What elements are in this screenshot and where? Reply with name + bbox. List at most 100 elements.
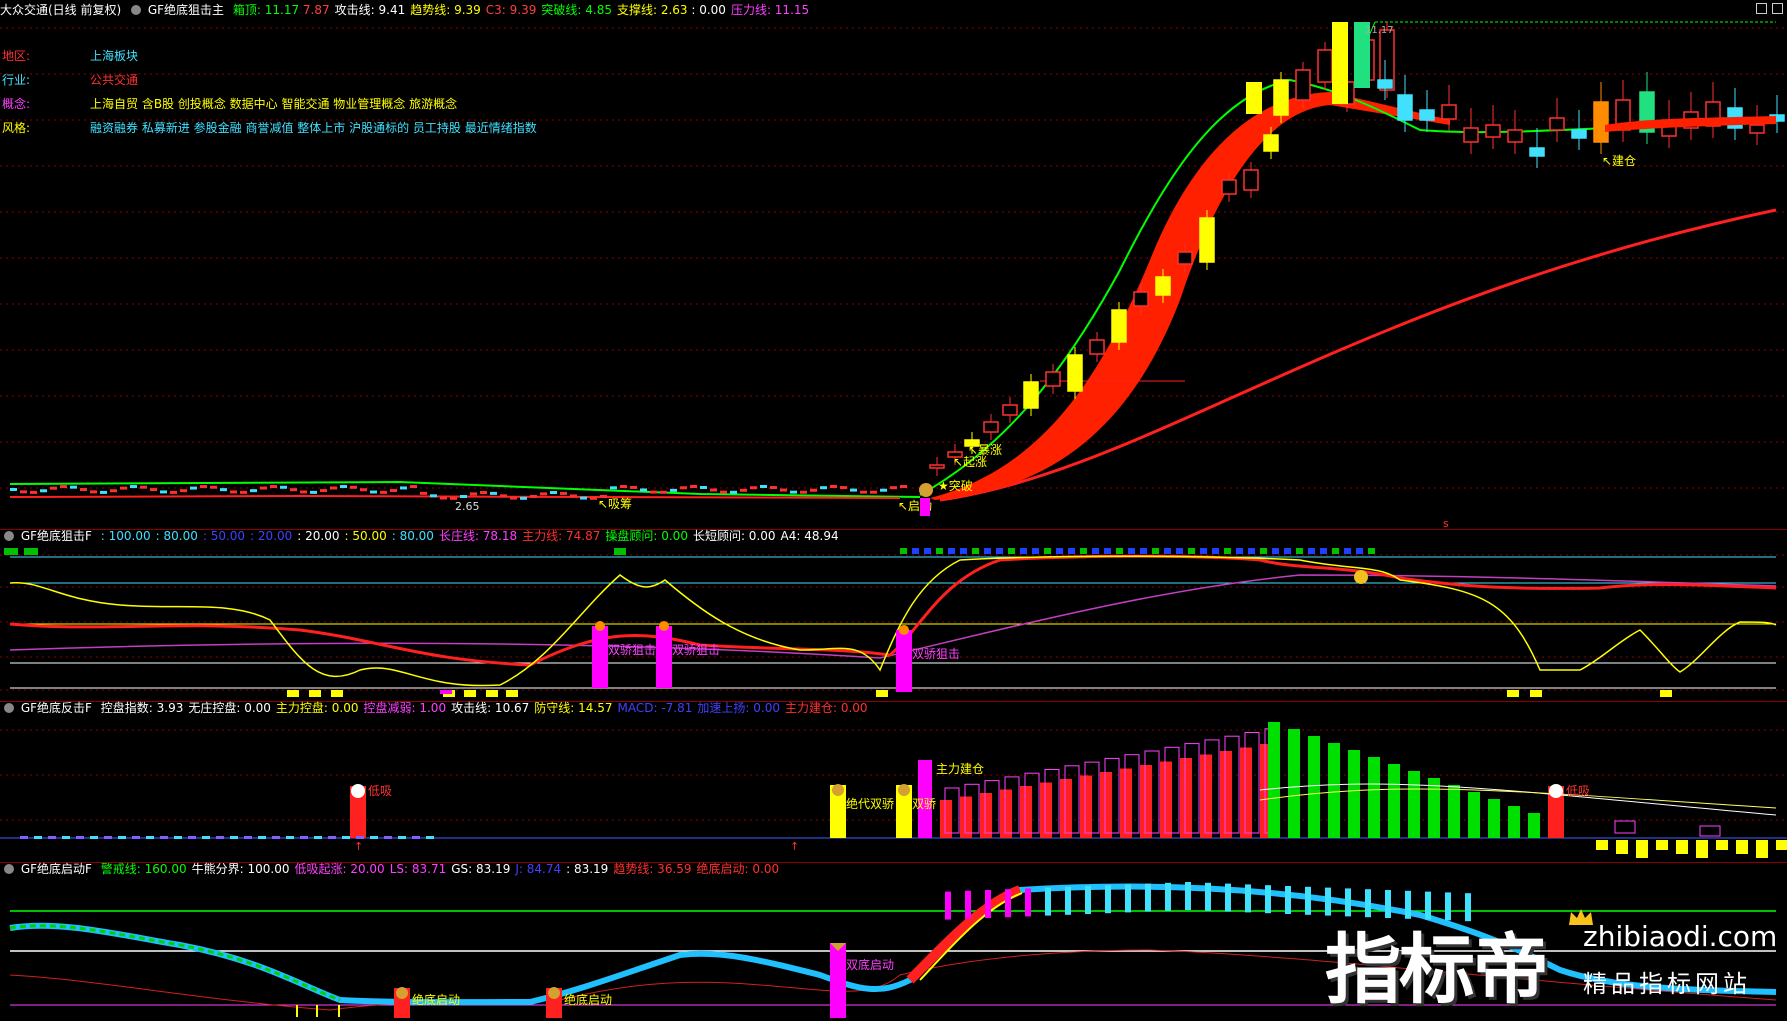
signal-dot [1332, 548, 1339, 554]
signal-dot [1128, 548, 1135, 554]
plus-circle-icon [351, 784, 365, 798]
candle [480, 491, 487, 495]
histogram-bar [1408, 771, 1420, 838]
signal-dot [1176, 548, 1183, 554]
signal-dot [1152, 548, 1159, 554]
signal-tick [1185, 882, 1191, 910]
histogram-bar [1020, 786, 1032, 838]
histogram-bar [1200, 754, 1212, 838]
candle [880, 488, 887, 492]
candle [90, 490, 97, 494]
top-price-label: 11.17 [1365, 25, 1394, 36]
candle [150, 488, 157, 492]
candle [1155, 276, 1171, 296]
signal-bar [920, 498, 930, 516]
histogram-bar [1368, 757, 1380, 838]
histogram-bar [1040, 782, 1052, 838]
candle [1463, 127, 1479, 143]
candle [490, 491, 497, 495]
smile-icon [1354, 570, 1368, 584]
candle [870, 490, 877, 494]
signal-dot [1236, 548, 1243, 554]
candle [1377, 79, 1393, 89]
candle [250, 489, 257, 493]
yellow-mark [287, 690, 299, 697]
histogram-bar [174, 836, 182, 839]
candle [330, 486, 337, 490]
candle [900, 485, 907, 489]
histogram-bar [1080, 775, 1092, 838]
candle [240, 490, 247, 494]
histogram-bar [1428, 778, 1440, 838]
baozhang-label: ↖暴涨 [968, 442, 1002, 457]
signal-label: 双骄狙击 [608, 643, 656, 657]
candle [290, 488, 297, 492]
candle [100, 490, 107, 494]
signal-dot [936, 548, 943, 554]
signal-tick [1285, 886, 1291, 914]
yellow-mark [1507, 690, 1519, 697]
candle [1133, 291, 1149, 307]
histogram-bar [1696, 840, 1708, 858]
histogram-bar [426, 836, 434, 839]
signal-tick [985, 890, 991, 918]
signal-tick [1305, 886, 1311, 915]
yellow-mark [506, 690, 518, 697]
signal-dot [1008, 548, 1015, 554]
candle [1089, 339, 1105, 355]
candle [540, 492, 547, 496]
signal-dot [1092, 548, 1099, 554]
candle [720, 490, 727, 494]
candle [400, 486, 407, 490]
candle [929, 464, 945, 469]
candle [560, 491, 567, 495]
candle [1419, 109, 1435, 121]
candle [1397, 94, 1413, 121]
signal-dot [1140, 548, 1147, 554]
yellow-tick [338, 1005, 340, 1017]
histogram-bar [20, 836, 28, 839]
candle [370, 490, 377, 494]
histogram-bar [1508, 806, 1520, 838]
signal-dot [1116, 548, 1123, 554]
signal-dot [4, 548, 18, 555]
histogram-bar [1388, 764, 1400, 838]
candle [1045, 371, 1061, 387]
tupo-label: ★突破 [938, 478, 973, 493]
zhuli-line [9, 554, 1777, 667]
chart-canvas[interactable]: 2.65 ↖吸筹 ↖启动★突破↖起涨↖暴涨↖建仓11.17s 双骄狙击 双骄狙击 双骄狙… [0, 0, 1787, 1021]
candle [1529, 147, 1545, 157]
candle [390, 489, 397, 493]
candle [1295, 69, 1311, 101]
s-mark-label: s [1443, 517, 1449, 530]
launch-bar [830, 943, 846, 1018]
shuangjiao-label: 双骄 [912, 797, 936, 811]
histogram-bar [76, 836, 84, 839]
signal-dot [1368, 548, 1375, 554]
candle [1002, 404, 1018, 416]
candle [860, 490, 867, 494]
signal-tick [1085, 886, 1091, 914]
histogram-bar [272, 836, 280, 839]
signal-dot [1344, 548, 1351, 554]
candle [320, 489, 327, 493]
xishou-label: ↖吸筹 [598, 497, 632, 511]
histogram-bar [356, 836, 364, 839]
candle [120, 486, 127, 490]
arrow-up-icon: ↑ [790, 840, 799, 853]
signal-tick [1065, 886, 1071, 915]
candle [530, 494, 537, 498]
candle [420, 491, 427, 495]
candle [1221, 179, 1237, 195]
candle [1243, 169, 1259, 191]
candle [460, 495, 467, 499]
candle [200, 485, 207, 489]
histogram-bar [244, 836, 252, 839]
histogram-bar [980, 793, 992, 838]
signal-dot [1296, 548, 1303, 554]
candle [520, 496, 527, 500]
candle [380, 490, 387, 494]
candle [70, 485, 77, 489]
juedai-label: 绝代双骄 [846, 796, 894, 811]
histogram-bar [1220, 751, 1232, 838]
